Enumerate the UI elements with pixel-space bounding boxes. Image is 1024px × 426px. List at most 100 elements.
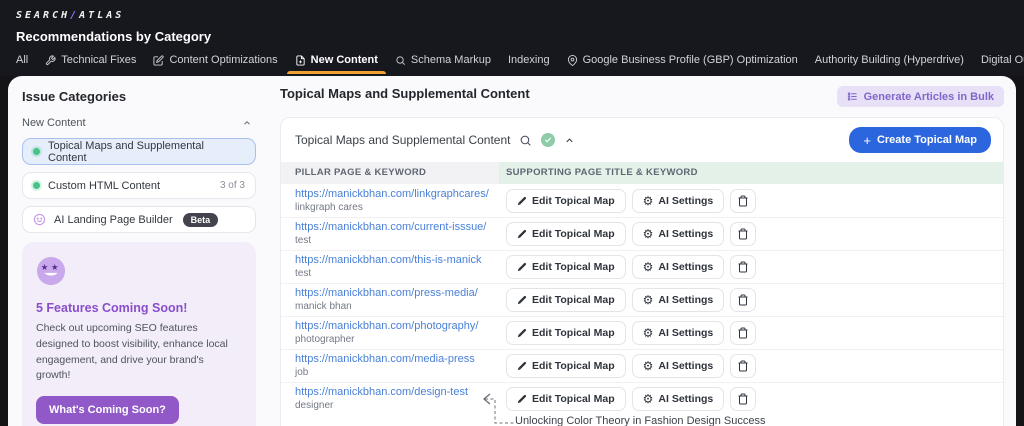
edit-topical-map-button[interactable]: Edit Topical Map [506, 222, 626, 246]
group-label: New Content [22, 117, 86, 129]
plus-icon: + [863, 133, 871, 148]
pillar-url-link[interactable]: https://manickbhan.com/linkgraphcares/ [295, 188, 499, 201]
delete-button[interactable] [730, 354, 756, 378]
search-icon[interactable] [519, 134, 532, 147]
edit-topical-map-button[interactable]: Edit Topical Map [506, 387, 626, 411]
ai-settings-button[interactable]: ⚙ AI Settings [632, 321, 725, 345]
sidebar-item-label: Custom HTML Content [48, 180, 160, 192]
tab-authority-building[interactable]: Authority Building (Hyperdrive) [815, 54, 964, 74]
sidebar-item-ai-landing-page[interactable]: AI Landing Page Builder Beta [22, 206, 256, 233]
chevron-up-icon[interactable] [242, 118, 252, 128]
pillar-keyword: test [295, 235, 499, 247]
table-header: PILLAR PAGE & KEYWORD SUPPORTING PAGE TI… [281, 162, 1003, 184]
tab-digital-outreach[interactable]: Digital Outreach [981, 54, 1024, 74]
pencil-icon [517, 229, 527, 239]
page-title: Recommendations by Category [16, 29, 1008, 44]
pillar-url-link[interactable]: https://manickbhan.com/this-is-manick [295, 254, 499, 267]
table-row: https://manickbhan.com/design-test desig… [281, 382, 1003, 415]
edit-label: Edit Topical Map [532, 195, 615, 207]
pillar-keyword: manick bhan [295, 301, 499, 313]
ai-settings-button[interactable]: ⚙AI Settings [632, 387, 725, 411]
delete-button[interactable] [730, 255, 756, 279]
tab-label: New Content [311, 54, 378, 66]
pencil-icon [517, 295, 527, 305]
edit-topical-map-button[interactable]: Edit Topical Map [506, 354, 626, 378]
delete-button[interactable] [730, 387, 756, 411]
tab-indexing[interactable]: Indexing [508, 54, 550, 74]
bulk-button-label: Generate Articles in Bulk [864, 91, 994, 103]
ai-label: AI Settings [658, 195, 713, 207]
dashed-connector-arrow-icon [477, 390, 519, 426]
create-button-label: Create Topical Map [877, 134, 977, 146]
delete-button[interactable] [730, 288, 756, 312]
create-topical-map-button[interactable]: + Create Topical Map [849, 127, 991, 153]
trash-icon [737, 360, 749, 372]
smiley-stars-icon: ★★ [36, 256, 66, 286]
table-row: https://manickbhan.com/current-isssue/ t… [281, 217, 1003, 250]
tab-content-optimizations[interactable]: Content Optimizations [153, 54, 277, 74]
chevron-up-icon[interactable] [564, 135, 575, 146]
item-count: 3 of 3 [220, 180, 245, 191]
gear-icon: ⚙ [643, 327, 654, 339]
section-title: Topical Maps and Supplemental Content [280, 86, 530, 101]
whats-coming-soon-button[interactable]: What's Coming Soon? [36, 396, 179, 424]
tab-all[interactable]: All [16, 54, 28, 74]
delete-button[interactable] [730, 189, 756, 213]
pillar-cell: https://manickbhan.com/linkgraphcares/ l… [281, 188, 499, 214]
tab-technical-fixes[interactable]: Technical Fixes [45, 54, 136, 74]
ai-settings-button[interactable]: ⚙AI Settings [632, 288, 725, 312]
logo-text-left: SEARCH [16, 10, 70, 21]
pillar-url-link[interactable]: https://manickbhan.com/design-test [295, 386, 499, 399]
pillar-url-link[interactable]: https://manickbhan.com/press-media/ [295, 287, 499, 300]
edit-label: Edit Topical Map [532, 327, 615, 339]
pencil-icon [517, 361, 527, 371]
trash-icon [737, 327, 749, 339]
card-title: Topical Maps and Supplemental Content [295, 133, 510, 147]
edit-topical-map-button[interactable]: Edit Topical Map [506, 321, 626, 345]
tab-label: Digital Outreach [981, 54, 1024, 66]
edit-topical-map-button[interactable]: Edit Topical Map [506, 189, 626, 213]
tab-new-content[interactable]: New Content [295, 54, 378, 74]
sidebar-item-topical-maps[interactable]: Topical Maps and Supplemental Content [22, 138, 256, 165]
edit-topical-map-button[interactable]: Edit Topical Map [506, 288, 626, 312]
sidebar-item-label: Topical Maps and Supplemental Content [48, 140, 245, 164]
delete-button[interactable] [730, 321, 756, 345]
tab-label: Technical Fixes [61, 54, 136, 66]
pillar-url-link[interactable]: https://manickbhan.com/current-isssue/ [295, 221, 499, 234]
card-header: Topical Maps and Supplemental Content + … [281, 118, 1003, 162]
table-row: https://manickbhan.com/photography/ phot… [281, 316, 1003, 349]
generate-articles-bulk-button[interactable]: Generate Articles in Bulk [837, 86, 1004, 107]
tab-label: Google Business Profile (GBP) Optimizati… [583, 54, 798, 66]
supporting-page-title: Unlocking Color Theory in Fashion Design… [515, 415, 765, 426]
pillar-keyword: designer [295, 400, 499, 412]
trash-icon [737, 195, 749, 207]
pillar-url-link[interactable]: https://manickbhan.com/photography/ [295, 320, 499, 333]
tab-label: Content Optimizations [169, 54, 277, 66]
pillar-url-link[interactable]: https://manickbhan.com/media-press [295, 353, 499, 366]
pillar-cell: https://manickbhan.com/current-isssue/ t… [281, 221, 499, 247]
ai-label: AI Settings [658, 228, 713, 240]
actions-cell: Edit Topical Map ⚙AI Settings [499, 354, 1003, 378]
pillar-cell: https://manickbhan.com/press-media/ mani… [281, 287, 499, 313]
sidebar-group-new-content[interactable]: New Content [22, 117, 256, 129]
delete-button[interactable] [730, 222, 756, 246]
map-pin-icon [567, 55, 578, 66]
tab-gbp-optimization[interactable]: Google Business Profile (GBP) Optimizati… [567, 54, 798, 74]
ai-label: AI Settings [658, 327, 713, 339]
edit-label: Edit Topical Map [532, 228, 615, 240]
tab-label: Indexing [508, 54, 550, 66]
table-row: https://manickbhan.com/this-is-manick te… [281, 250, 1003, 283]
ai-settings-button[interactable]: ⚙AI Settings [632, 189, 725, 213]
tab-schema-markup[interactable]: Schema Markup [395, 54, 491, 74]
ai-settings-button[interactable]: ⚙AI Settings [632, 222, 725, 246]
ai-settings-button[interactable]: ⚙AI Settings [632, 255, 725, 279]
pencil-icon [517, 196, 527, 206]
sidebar-item-custom-html[interactable]: Custom HTML Content 3 of 3 [22, 172, 256, 199]
trash-icon [737, 294, 749, 306]
edit-topical-map-button[interactable]: Edit Topical Map [506, 255, 626, 279]
ai-label: AI Settings [658, 294, 713, 306]
ai-settings-button[interactable]: ⚙AI Settings [632, 354, 725, 378]
beta-badge: Beta [183, 213, 219, 227]
actions-cell: Edit Topical Map ⚙ AI Settings [499, 321, 1003, 345]
pillar-cell: https://manickbhan.com/design-test desig… [281, 386, 499, 412]
